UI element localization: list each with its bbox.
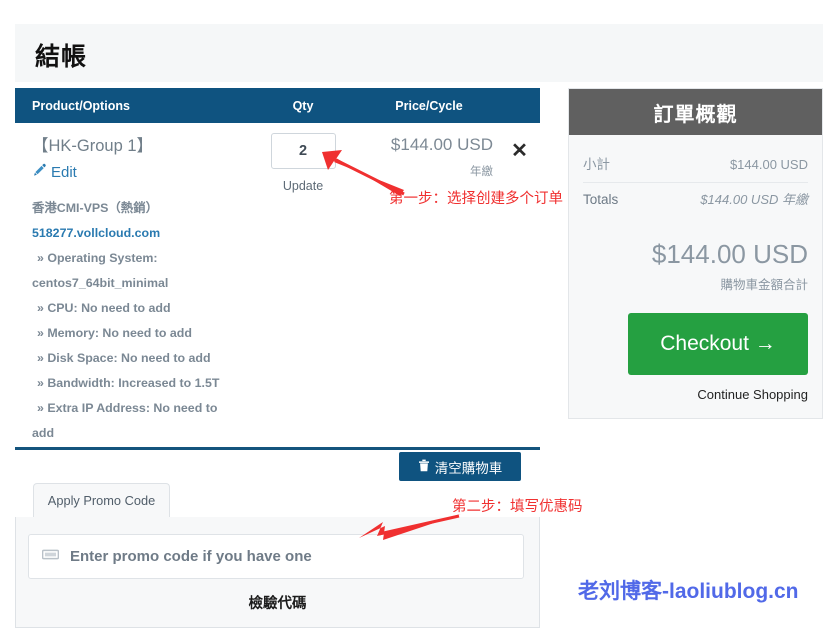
summary-totals-value: $144.00 USD 年繳 xyxy=(700,192,808,207)
promo-code-input[interactable]: Enter promo code if you have one xyxy=(28,534,524,579)
watermark: 老刘博客-laoliublog.cn xyxy=(578,580,799,603)
validate-code-button[interactable]: 檢驗代碼 xyxy=(16,592,539,613)
edit-item-label: Edit xyxy=(51,164,77,181)
cart-table-header: Product/Options Qty Price/Cycle xyxy=(15,88,540,123)
summary-totals-label: Totals xyxy=(583,192,619,207)
option-line: » Extra IP Address: No need to xyxy=(37,401,218,415)
option-line: add xyxy=(32,426,55,440)
summary-row-subtotal: 小計 $144.00 USD xyxy=(583,147,808,183)
option-line: » CPU: No need to add xyxy=(37,301,171,315)
option-line: 香港CMI-VPS（熱銷） xyxy=(32,201,158,215)
summary-row-totals: Totals $144.00 USD 年繳 xyxy=(583,183,808,217)
clear-cart-label: 清空購物車 xyxy=(434,460,503,476)
option-domain: 518277.vollcloud.com xyxy=(32,226,161,240)
grand-total-caption: 購物車金額合計 xyxy=(720,278,808,292)
order-summary-panel: 訂單概觀 小計 $144.00 USD Totals $144.00 USD 年… xyxy=(568,88,823,419)
quantity-input[interactable] xyxy=(270,133,336,169)
annotation-text-2: 第二步：填写优惠码 xyxy=(452,499,583,515)
checkout-page: 結帳 Product/Options Qty Price/Cycle 【HK-G… xyxy=(0,0,837,628)
column-header-price: Price/Cycle xyxy=(395,98,463,113)
order-summary-body: 小計 $144.00 USD Totals $144.00 USD 年繳 $14… xyxy=(569,135,822,418)
cart-item-name: 【HK-Group 1】 xyxy=(32,137,154,155)
cart-item-product-cell: 【HK-Group 1】 Edit 香港CMI-VPS（熱銷） 518277.v… xyxy=(15,133,247,446)
grand-total-amount: $144.00 USD xyxy=(651,239,808,269)
order-summary-heading: 訂單概觀 xyxy=(569,89,822,135)
page-header: 結帳 xyxy=(15,24,823,82)
continue-shopping-link[interactable]: Continue Shopping xyxy=(583,387,808,402)
tab-apply-promo-code-label: Apply Promo Code xyxy=(47,493,156,508)
update-quantity-button[interactable]: Update xyxy=(247,179,359,193)
column-header-qty: Qty xyxy=(292,98,314,113)
option-line: » Memory: No need to add xyxy=(37,326,192,340)
ticket-icon xyxy=(41,548,60,566)
cart-item-qty-cell: Update xyxy=(247,133,359,446)
section-divider xyxy=(15,447,540,450)
clear-cart-button[interactable]: 清空購物車 xyxy=(399,452,521,481)
cart-item-remove-cell: ✕ xyxy=(499,133,540,446)
option-line: » Operating System: xyxy=(37,251,158,265)
cart-item-billing-cycle: 年繳 xyxy=(470,166,493,178)
checkout-button[interactable]: Checkout → xyxy=(628,313,808,375)
cart-item-price-cell: $144.00 USD 年繳 xyxy=(359,133,499,446)
summary-subtotal-label: 小計 xyxy=(583,157,610,172)
cart-table: Product/Options Qty Price/Cycle 【HK-Grou… xyxy=(15,88,540,446)
option-line: » Disk Space: No need to add xyxy=(37,351,211,365)
promo-code-placeholder: Enter promo code if you have one xyxy=(70,548,312,565)
promo-code-panel: Enter promo code if you have one 檢驗代碼 xyxy=(15,517,540,628)
option-line: centos7_64bit_minimal xyxy=(32,276,169,290)
pencil-icon xyxy=(32,163,47,182)
trash-icon xyxy=(418,459,430,475)
summary-subtotal-value: $144.00 USD xyxy=(729,157,808,172)
cart-item-price: $144.00 USD xyxy=(390,135,493,154)
column-header-product: Product/Options xyxy=(32,98,130,113)
edit-item-link[interactable]: Edit xyxy=(32,163,247,182)
option-line: » Bandwidth: Increased to 1.5T xyxy=(37,376,220,390)
annotation-text-1: 第一步：选择创建多个订单 xyxy=(389,191,563,207)
table-row: 【HK-Group 1】 Edit 香港CMI-VPS（熱銷） 518277.v… xyxy=(15,123,540,446)
cart-item-options: 香港CMI-VPS（熱銷） 518277.vollcloud.com » Ope… xyxy=(32,196,247,446)
tab-apply-promo-code[interactable]: Apply Promo Code xyxy=(33,483,170,517)
page-title: 結帳 xyxy=(35,43,88,71)
remove-item-icon[interactable]: ✕ xyxy=(511,140,528,162)
